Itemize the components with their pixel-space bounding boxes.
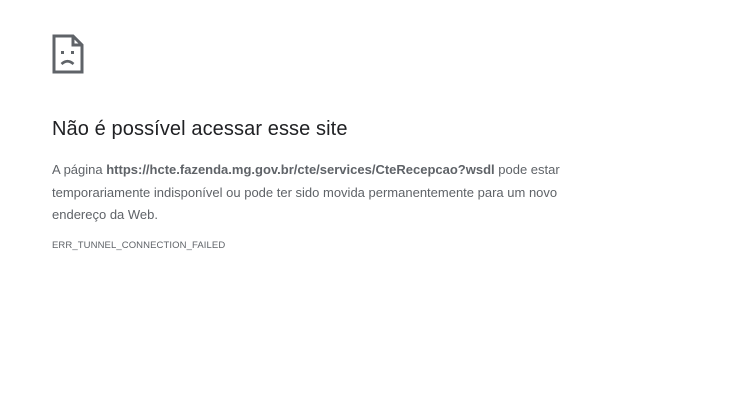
failed-url: https://hcte.fazenda.mg.gov.br/cte/servi… [106,162,495,177]
error-title: Não é possível acessar esse site [52,118,348,140]
message-prefix: A página [52,162,107,177]
error-message: A página https://hcte.fazenda.mg.gov.br/… [52,159,612,227]
sad-page-icon [52,34,84,74]
error-code: ERR_TUNNEL_CONNECTION_FAILED [52,240,226,251]
error-page: Não é possível acessar esse site A págin… [0,0,750,401]
